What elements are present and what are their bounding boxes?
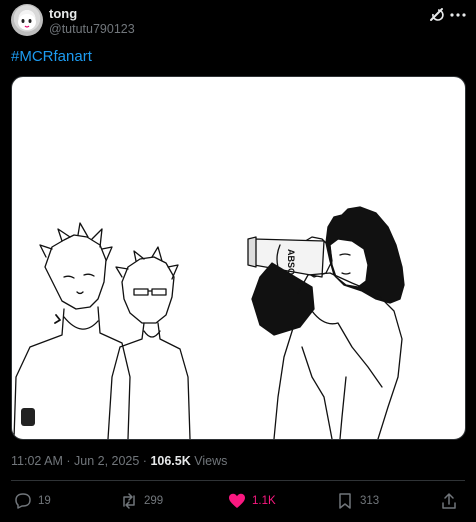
post-timestamp[interactable]: 11:02 AM · Jun 2, 2025 · xyxy=(11,454,150,468)
bookmark-count: 313 xyxy=(360,495,380,507)
post-image[interactable]: ABSOLUT VODKA xyxy=(11,76,466,440)
repost-count: 299 xyxy=(144,495,164,507)
bookmark-icon xyxy=(339,493,351,509)
avatar[interactable] xyxy=(11,4,43,36)
hashtag-link[interactable]: #MCRfanart xyxy=(11,48,92,65)
heart-icon xyxy=(229,493,245,508)
like-count: 1.1K xyxy=(252,495,276,507)
share-icon xyxy=(442,493,456,509)
like-button[interactable]: 1.1K xyxy=(228,490,276,512)
post-header: tong @tututu790123 xyxy=(11,4,466,38)
fanart-illustration: ABSOLUT VODKA xyxy=(13,206,405,439)
alt-text-badge[interactable] xyxy=(21,408,35,426)
repost-button[interactable]: 299 xyxy=(120,490,163,512)
views-count: 106.5K xyxy=(150,454,191,468)
reply-icon xyxy=(15,493,31,509)
views-label: Views xyxy=(194,454,228,468)
author-handle[interactable]: @tututu790123 xyxy=(49,22,135,36)
post-meta: 11:02 AM · Jun 2, 2025 · 106.5K Views xyxy=(11,454,227,468)
action-bar: 19 299 1.1K 313 xyxy=(14,490,462,514)
grok-icon[interactable] xyxy=(428,6,446,24)
author-name[interactable]: tong xyxy=(49,6,77,21)
reply-count: 19 xyxy=(38,495,51,507)
repost-icon xyxy=(123,493,135,509)
share-button[interactable] xyxy=(440,490,458,512)
bookmark-button[interactable]: 313 xyxy=(336,490,379,512)
reply-button[interactable]: 19 xyxy=(14,490,51,512)
divider xyxy=(11,480,465,481)
more-options-icon[interactable] xyxy=(450,12,466,18)
